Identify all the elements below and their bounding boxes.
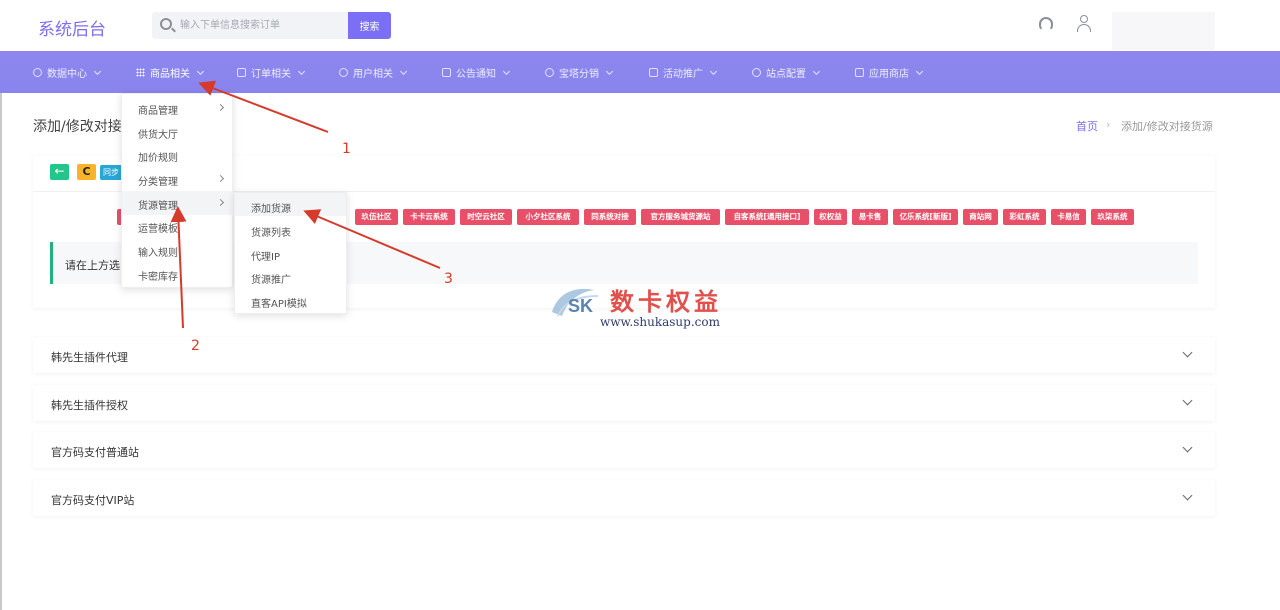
breadcrumb-current: 添加/修改对接货源 xyxy=(1121,120,1213,133)
avatar[interactable] xyxy=(1112,12,1215,50)
system-tag[interactable]: 时空云社区 xyxy=(460,209,512,225)
system-tag[interactable]: 官方服务城货源站 xyxy=(641,209,720,225)
menu-item-proxy-ip[interactable]: 代理IP xyxy=(251,248,280,263)
user-icon[interactable] xyxy=(1077,15,1091,33)
system-tag[interactable]: 玖伍社区 xyxy=(355,209,398,225)
chevron-down-icon xyxy=(93,67,102,75)
dashboard-icon xyxy=(33,68,42,77)
accordion-item[interactable] xyxy=(33,337,1215,373)
system-tag[interactable]: 商站网 xyxy=(963,209,998,225)
top-header: 系统后台 搜索 xyxy=(0,0,1280,52)
search-button[interactable]: 搜索 xyxy=(348,12,391,39)
nav-item-label: 公告通知 xyxy=(456,69,496,80)
nav-item-orders[interactable]: 订单相关 xyxy=(237,65,306,80)
nav-item-label: 活动推广 xyxy=(663,69,703,80)
system-tag[interactable]: 自客系统[通用接口] xyxy=(725,209,809,225)
nav-item-app-store[interactable]: 应用商店 xyxy=(855,65,924,80)
menu-item-category-manage[interactable]: 分类管理 xyxy=(138,173,178,188)
menu-item-source-promo[interactable]: 货源推广 xyxy=(251,271,291,286)
chevron-down-icon xyxy=(399,67,408,75)
back-button[interactable]: ← xyxy=(50,164,69,180)
cube-icon xyxy=(855,68,864,77)
nav-item-promotion[interactable]: 活动推广 xyxy=(649,65,718,80)
nav-item-label: 应用商店 xyxy=(869,69,909,80)
menu-item-markup-rules[interactable]: 加价规则 xyxy=(138,149,178,164)
breadcrumb-separator: › xyxy=(1106,118,1111,131)
nav-item-distribution[interactable]: 宝塔分销 xyxy=(545,65,614,80)
refresh-button[interactable]: C xyxy=(77,164,96,180)
nav-item-label: 用户相关 xyxy=(353,69,393,80)
annotation-label-3: 3 xyxy=(444,271,453,287)
chevron-down-icon xyxy=(196,67,205,75)
system-tag[interactable]: 小夕社区系统 xyxy=(517,209,579,225)
search-icon xyxy=(160,18,172,30)
menu-item-direct-api-sim[interactable]: 直客API模拟 xyxy=(251,295,307,310)
system-tag[interactable]: 同系统对接 xyxy=(584,209,636,225)
menu-item-product-manage[interactable]: 商品管理 xyxy=(138,102,178,117)
menu-item-source-list[interactable]: 货源列表 xyxy=(251,224,291,239)
menu-item-card-stock[interactable]: 卡密库存 xyxy=(138,268,178,283)
sync-button[interactable]: 同步 xyxy=(100,165,122,180)
search-input[interactable] xyxy=(180,17,340,34)
system-tag[interactable]: 玖柒系统 xyxy=(1091,209,1134,225)
nav-item-users[interactable]: 用户相关 xyxy=(339,65,408,80)
breadcrumb-home[interactable]: 首页 xyxy=(1076,118,1098,134)
user-icon xyxy=(339,68,348,77)
order-icon xyxy=(237,68,246,77)
system-tag[interactable]: 亿乐系统[新版] xyxy=(893,209,958,225)
main-nav: 数据中心 商品相关 订单相关 用户相关 公告通知 宝塔分销 活动推广 站点配置 xyxy=(0,51,1280,93)
nav-item-data-center[interactable]: 数据中心 xyxy=(33,65,102,80)
chevron-down-icon xyxy=(915,67,924,75)
chevron-down-icon xyxy=(297,67,306,75)
chevron-down-icon xyxy=(812,67,821,75)
nav-item-label: 订单相关 xyxy=(251,69,291,80)
system-tag[interactable]: 卡易信 xyxy=(1051,209,1086,225)
app-logo[interactable]: 系统后台 xyxy=(38,15,106,40)
annotation-label-1: 1 xyxy=(342,141,351,157)
menu-item-input-rules[interactable]: 输入规则 xyxy=(138,244,178,259)
search-box xyxy=(152,12,348,39)
grid-icon xyxy=(136,68,145,77)
nav-item-products[interactable]: 商品相关 xyxy=(136,65,205,80)
window-edge xyxy=(0,52,2,610)
calendar-icon xyxy=(649,68,658,77)
menu-item-supply-hall[interactable]: 供货大厅 xyxy=(138,126,178,141)
accordion-label: 官方码支付VIP站 xyxy=(51,494,135,507)
accordion-item[interactable] xyxy=(33,480,1215,516)
accordion-label: 韩先生插件授权 xyxy=(51,399,128,412)
accordion-label: 官方码支付普通站 xyxy=(51,446,139,459)
system-tag[interactable]: 彩虹系统 xyxy=(1003,209,1046,225)
accordion-item[interactable] xyxy=(33,385,1215,421)
nav-item-label: 商品相关 xyxy=(150,69,190,80)
headset-icon[interactable] xyxy=(1039,17,1053,31)
nav-item-label: 数据中心 xyxy=(47,69,87,80)
menu-item-source-manage[interactable]: 货源管理 xyxy=(138,197,178,212)
link-icon xyxy=(545,68,554,77)
chevron-down-icon xyxy=(709,67,718,75)
notice-icon xyxy=(442,68,451,77)
gear-icon xyxy=(752,68,761,77)
watermark-sk-text: SK xyxy=(568,296,594,316)
nav-item-label: 站点配置 xyxy=(766,69,806,80)
annotation-label-2: 2 xyxy=(191,338,200,354)
notice-text: 请在上方选 xyxy=(65,259,120,272)
watermark-url: www.shukasup.com xyxy=(600,315,720,329)
chevron-down-icon xyxy=(605,67,614,75)
menu-item-ops-template[interactable]: 运营模板 xyxy=(138,220,178,235)
chevron-down-icon xyxy=(502,67,511,75)
watermark-title: 数卡权益 xyxy=(610,287,722,316)
system-tag[interactable]: 易卡售 xyxy=(852,209,888,225)
accordion-label: 韩先生插件代理 xyxy=(51,351,128,364)
system-tag[interactable]: 卡卡云系统 xyxy=(403,209,455,225)
accordion-item[interactable] xyxy=(33,432,1215,468)
nav-item-notices[interactable]: 公告通知 xyxy=(442,65,511,80)
menu-item-add-source[interactable]: 添加货源 xyxy=(251,200,291,215)
nav-item-site-config[interactable]: 站点配置 xyxy=(752,65,821,80)
system-tag[interactable]: 权权益 xyxy=(814,209,847,225)
nav-item-label: 宝塔分销 xyxy=(559,69,599,80)
